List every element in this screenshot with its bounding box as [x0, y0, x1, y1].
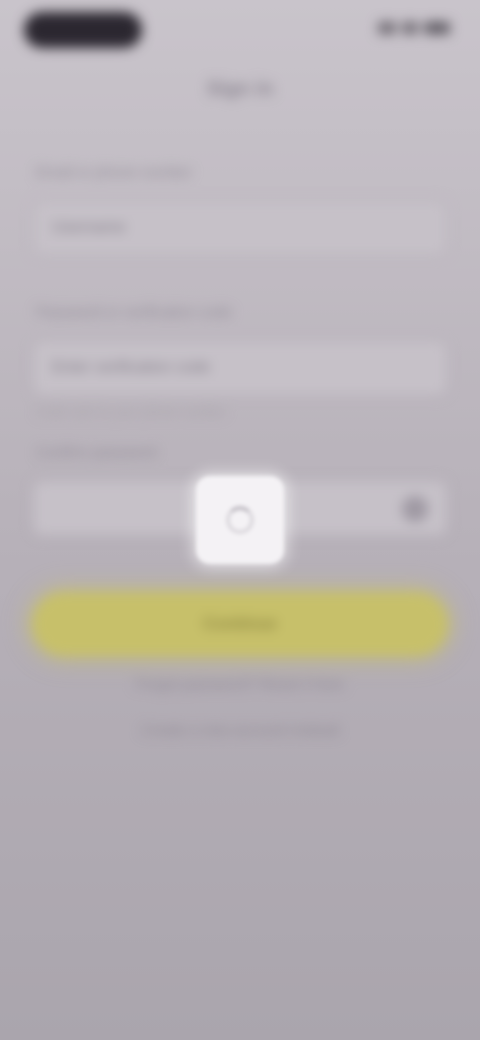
- wifi-icon: [402, 22, 418, 34]
- forgot-password-link[interactable]: Forgot password? Reset it here: [0, 676, 480, 693]
- field1-label: Email or phone number: [36, 164, 192, 181]
- continue-button-label: Continue: [203, 614, 277, 633]
- loading-overlay-card: [196, 476, 284, 564]
- password-hint: Code sent to your phone number: [36, 404, 227, 419]
- email-field[interactable]: Username: [32, 200, 448, 256]
- app-screen: Sign in Email or phone number Username P…: [0, 0, 480, 1040]
- password-field-value: Enter verification code: [52, 359, 211, 376]
- eye-icon[interactable]: [402, 496, 428, 522]
- continue-button[interactable]: Continue: [32, 592, 448, 656]
- password-field[interactable]: Enter verification code: [32, 340, 448, 396]
- battery-icon: [424, 22, 450, 34]
- status-signal-icon: [378, 22, 396, 34]
- email-field-value: Username: [52, 219, 126, 236]
- status-icons: [378, 22, 450, 34]
- field2-label: Password or verification code: [36, 304, 232, 321]
- loading-spinner-icon: [226, 506, 254, 534]
- field3-label: Confirm password: [36, 444, 157, 461]
- status-bar-pill: [24, 12, 142, 48]
- page-title: Sign in: [206, 78, 274, 100]
- create-account-link[interactable]: Create a new account instead: [0, 722, 480, 739]
